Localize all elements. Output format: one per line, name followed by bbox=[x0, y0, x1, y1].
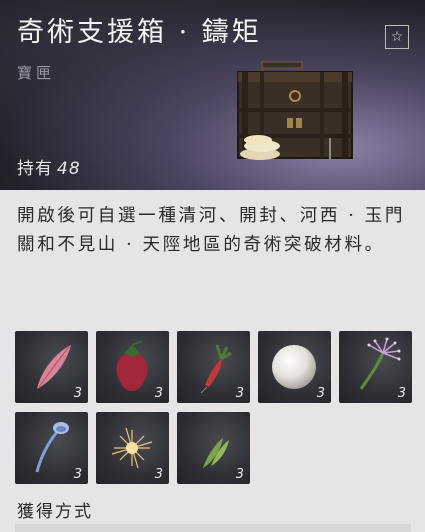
holdings-label: 持有 bbox=[17, 159, 53, 179]
material-slot[interactable]: 3 bbox=[15, 412, 88, 484]
material-slot[interactable]: 3 bbox=[339, 331, 412, 403]
material-slot[interactable]: 3 bbox=[258, 331, 331, 403]
material-slot[interactable]: 3 bbox=[15, 331, 88, 403]
item-description: 開啟後可自選一種清河、開封、河西 · 玉門關和不見山 · 天陘地區的奇術突破材料… bbox=[17, 206, 406, 255]
obtain-heading: 獲得方式 bbox=[17, 502, 93, 522]
item-type: 寶匣 bbox=[17, 64, 56, 82]
star-icon[interactable]: ☆ bbox=[385, 25, 409, 49]
material-slot[interactable]: 3 bbox=[96, 331, 169, 403]
material-slot[interactable]: 3 bbox=[96, 412, 169, 484]
material-slot[interactable]: 3 bbox=[177, 331, 250, 403]
material-qty: 3 bbox=[73, 386, 82, 401]
material-slot[interactable]: 3 bbox=[177, 412, 250, 484]
item-title: 奇術支援箱 · 鑄矩 bbox=[17, 17, 262, 48]
material-qty: 3 bbox=[397, 386, 406, 401]
material-qty: 3 bbox=[235, 467, 244, 482]
obtain-section-bar bbox=[15, 524, 411, 532]
material-qty: 3 bbox=[73, 467, 82, 482]
material-qty: 3 bbox=[154, 386, 163, 401]
holdings-count: 持有 48 bbox=[17, 154, 81, 179]
holdings-number: 48 bbox=[57, 159, 81, 179]
item-header: 奇術支援箱 · 鑄矩 ☆ 寶匣 持有 48 bbox=[0, 0, 425, 190]
material-qty: 3 bbox=[316, 386, 325, 401]
treasure-chest-icon bbox=[237, 61, 353, 160]
material-qty: 3 bbox=[235, 386, 244, 401]
material-qty: 3 bbox=[154, 467, 163, 482]
